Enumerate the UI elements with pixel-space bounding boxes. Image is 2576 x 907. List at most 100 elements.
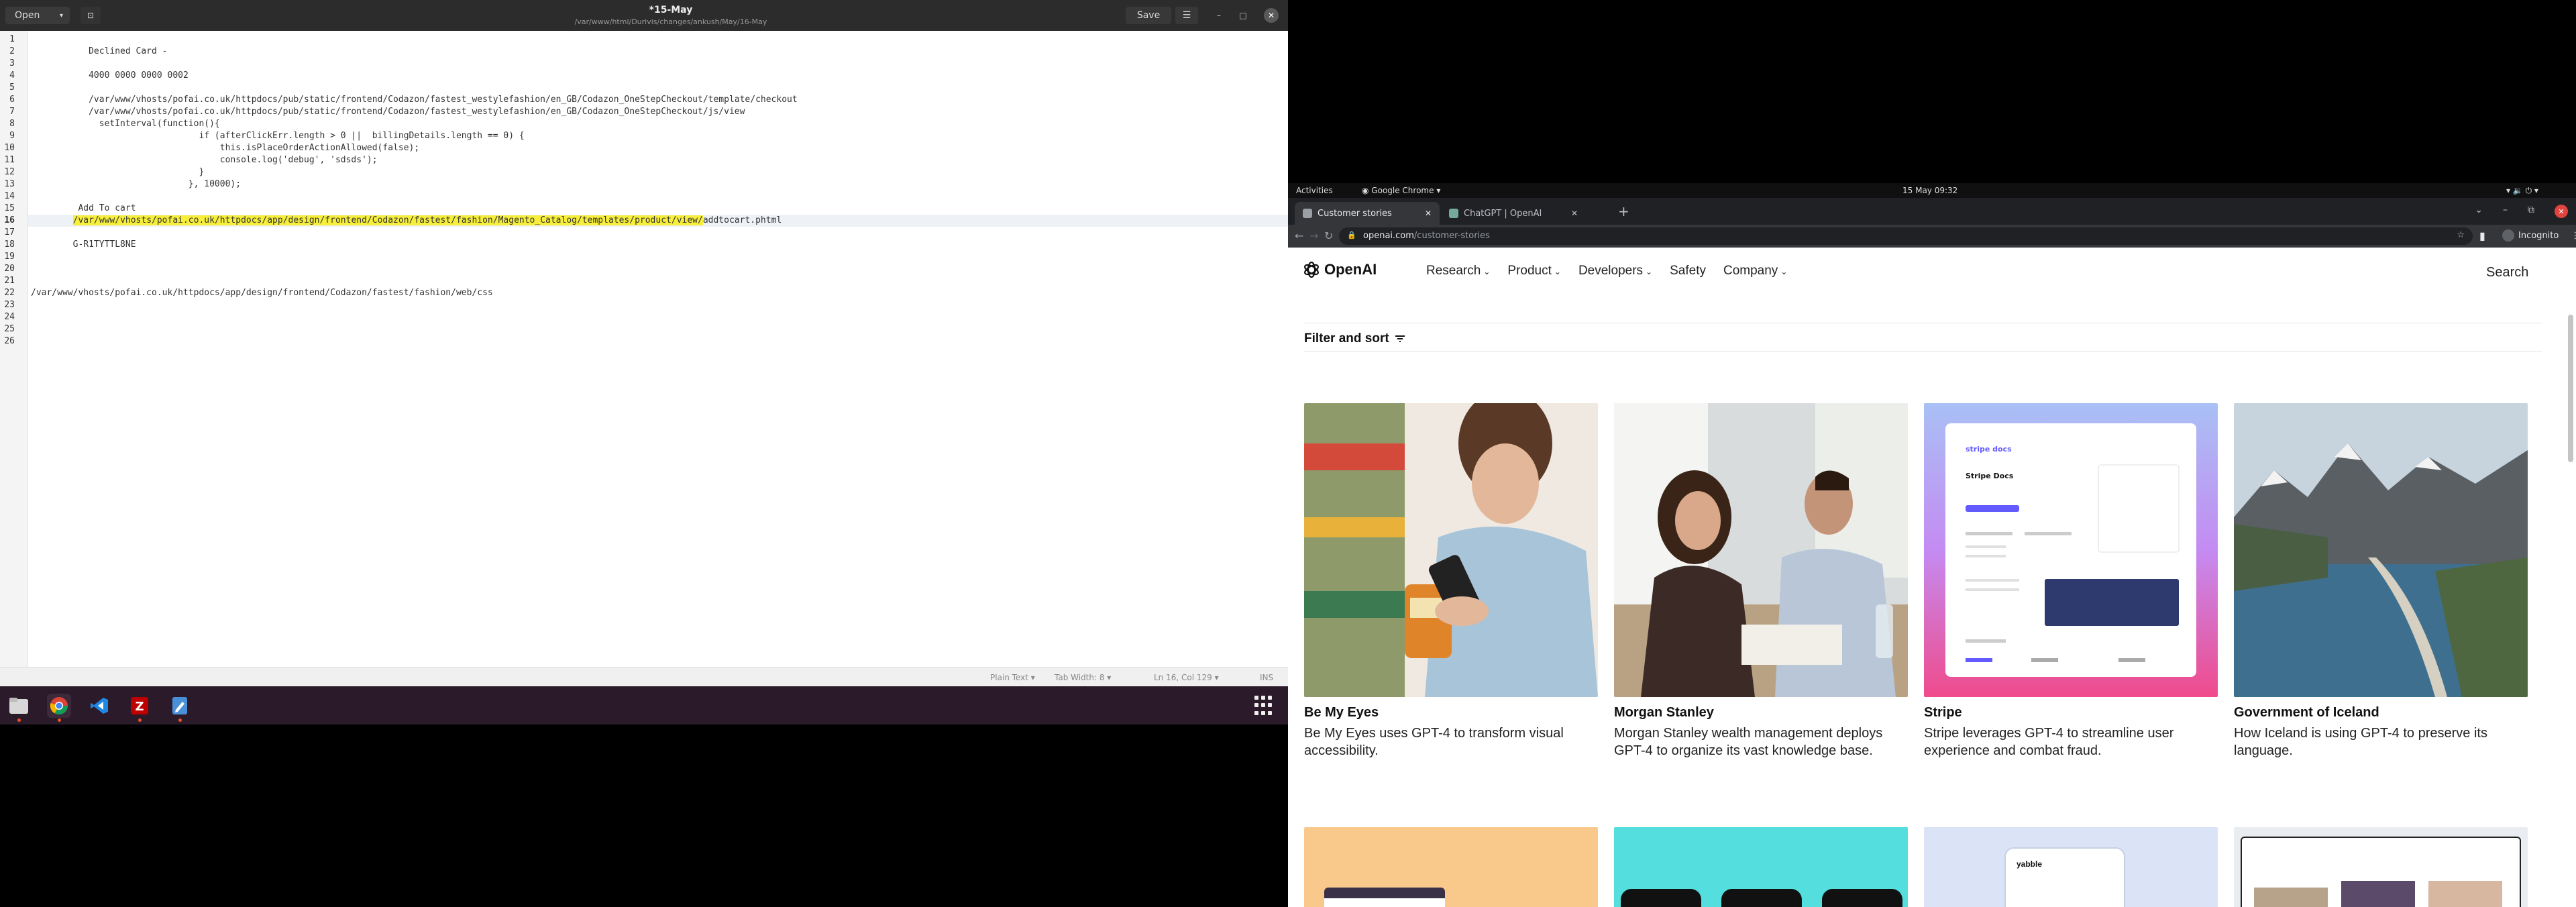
editor-text-area[interactable]: 1 2 3 4 5 6 7 8 9 10 11 12 13 14 15 16 17 18 19 20 21 22 23 24 2… [0,31,1288,667]
system-tray-icons[interactable]: ▾ 🔉 ⏻ ▾ [2506,186,2538,196]
code-line[interactable]: Add To cart [31,203,136,215]
open-button[interactable]: Open ▾ [5,7,70,24]
line-number: 24 [4,312,15,322]
line-number: 5 [9,83,15,93]
tab-chatgpt[interactable]: ChatGPT | OpenAI ✕ [1441,202,1586,225]
tab-search-icon[interactable]: ⌄ [2475,205,2483,218]
forward-icon[interactable]: → [1309,229,1318,242]
sidepanel-icon[interactable]: ▮ [2479,229,2485,242]
nav-developers[interactable]: Developers ⌄ [1578,264,1652,278]
story-description: Be My Eyes uses GPT-4 to transform visua… [1304,726,1564,758]
search-button[interactable]: Search [2486,265,2528,280]
text-editor-window: Open ▾ ⊡ *15-May /var/www/html/Durivis/c… [0,0,1288,686]
code-line[interactable]: /var/www/vhosts/pofai.co.uk/httpdocs/pub… [31,106,745,118]
code-line[interactable]: /var/www/vhosts/pofai.co.uk/httpdocs/app… [31,287,493,299]
files-app-icon[interactable] [7,694,31,722]
chevron-down-icon: ▾ [59,11,63,19]
line-number: 11 [4,155,15,165]
lock-icon[interactable]: 🔒 [1347,231,1356,239]
app-menu[interactable]: ◉ Google Chrome ▾ [1362,186,1440,195]
window-controls: ⌄ – ⧉ ✕ [2475,205,2568,218]
openai-logo-icon [1304,261,1319,278]
nav-company[interactable]: Company ⌄ [1723,264,1787,278]
incognito-icon [2502,229,2514,242]
story-card-morgan-stanley[interactable]: Morgan Stanley Morgan Stanley wealth man… [1614,403,1908,759]
story-card-government-of-iceland[interactable]: Government of Iceland How Iceland is usi… [2234,403,2528,759]
incognito-indicator[interactable]: Incognito ⋮ [2502,229,2576,242]
line-number: 10 [4,143,15,153]
web-page: OpenAI Research ⌄ Product ⌄ Developers ⌄ Sa… [1288,248,2576,907]
reload-icon[interactable]: ↻ [1324,229,1333,242]
more-menu-icon[interactable]: ⋮ [2571,231,2576,241]
new-document-icon[interactable]: ⊡ [80,7,101,24]
text-editor-app-icon[interactable] [168,694,192,722]
chevron-down-icon: ⌄ [1780,267,1788,276]
close-icon[interactable]: ✕ [2555,205,2568,218]
code-line[interactable]: G-R1TYTTL8NE [31,239,136,251]
story-card-stripe[interactable]: stripe docs Stripe Docs Stripe Stripe le… [1924,403,2218,759]
nav-product[interactable]: Product ⌄ [1507,264,1561,278]
code-line[interactable]: } [31,166,204,178]
search-highlight: /var/www/vhosts/pofai.co.uk/httpdocs/app… [72,215,703,225]
story-image [1304,403,1598,697]
line-number: 21 [4,276,15,286]
hamburger-menu-icon[interactable]: ☰ [1175,7,1198,24]
close-icon[interactable]: ✕ [1264,8,1279,23]
svg-text:Z: Z [135,700,144,714]
vscode-app-icon[interactable] [87,694,111,718]
minimize-icon[interactable]: – [2503,205,2508,218]
filter-and-sort-button[interactable]: Filter and sort [1304,331,1405,346]
story-description: How Iceland is using GPT-4 to preserve i… [2234,726,2487,758]
nav-research[interactable]: Research ⌄ [1426,264,1490,278]
maximize-icon[interactable]: □ [1236,8,1250,23]
url-host: openai.com [1363,231,1414,241]
line-number: 1 [9,34,15,44]
story-image [2234,403,2528,697]
line-number: 8 [9,119,15,129]
line-number: 19 [4,252,15,262]
bookmark-star-icon[interactable]: ☆ [2457,230,2465,240]
code-line[interactable]: /var/www/vhosts/pofai.co.uk/httpdocs/pub… [31,94,798,106]
line-number: 25 [4,324,15,334]
tab-close-icon[interactable]: ✕ [1425,209,1432,218]
code-line[interactable]: 4000 0000 0000 0002 [31,70,189,82]
openai-logo[interactable]: OpenAI [1303,261,1377,278]
restore-icon[interactable]: ⧉ [2528,205,2534,218]
code-line[interactable]: if (afterClickErr.length > 0 || billingD… [31,130,524,142]
story-card-row2-4[interactable] [2234,827,2528,907]
code-line[interactable]: console.log('debug', 'sdsds'); [31,154,378,166]
tab-close-icon[interactable]: ✕ [1571,209,1578,218]
editor-header-bar: Open ▾ ⊡ *15-May /var/www/html/Durivis/c… [0,0,1288,31]
browser-window: Customer stories ✕ ChatGPT | OpenAI ✕ + … [1288,198,2576,907]
minimize-icon[interactable]: – [1212,8,1226,23]
filezilla-app-icon[interactable]: Z [127,694,152,722]
story-image: stripe docs Stripe Docs [1924,403,2218,697]
cursor-position[interactable]: Ln 16, Col 129 ▾ [1154,673,1219,682]
story-card-row2-2[interactable] [1614,827,1908,907]
new-tab-icon[interactable]: + [1618,203,1629,219]
code-line[interactable]: Declined Card - [31,46,167,58]
language-mode-selector[interactable]: Plain Text ▾ [990,673,1035,682]
clock[interactable]: 15 May 09:32 [1902,186,1957,195]
activities-button[interactable]: Activities [1296,186,1333,195]
tab-width-selector[interactable]: Tab Width: 8 ▾ [1055,673,1111,682]
back-icon[interactable]: ← [1295,229,1303,242]
show-applications-icon[interactable] [1254,696,1275,716]
line-number: 20 [4,264,15,274]
code-line[interactable]: }, 10000); [31,178,241,191]
system-top-bar: Activities ◉ Google Chrome ▾ 15 May 09:3… [1288,183,2576,198]
story-card-row2-1[interactable] [1304,827,1598,907]
page-scrollbar[interactable] [2568,315,2573,462]
code-line[interactable]: /var/www/vhosts/pofai.co.uk/httpdocs/app… [31,215,782,227]
tab-customer-stories[interactable]: Customer stories ✕ [1295,202,1440,225]
nav-safety[interactable]: Safety [1670,264,1706,278]
favicon-icon [1303,209,1312,218]
story-card-row2-3[interactable]: yabble [1924,827,2218,907]
address-bar[interactable]: 🔒 openai.com/customer-stories ☆ [1339,227,2473,245]
story-card-be-my-eyes[interactable]: Be My Eyes Be My Eyes uses GPT-4 to tran… [1304,403,1598,759]
line-number: 7 [9,107,15,117]
code-line[interactable]: setInterval(function(){ [31,118,220,130]
chrome-app-icon[interactable] [47,694,71,722]
save-button[interactable]: Save [1126,7,1171,24]
code-line[interactable]: this.isPlaceOrderActionAllowed(false); [31,142,419,154]
